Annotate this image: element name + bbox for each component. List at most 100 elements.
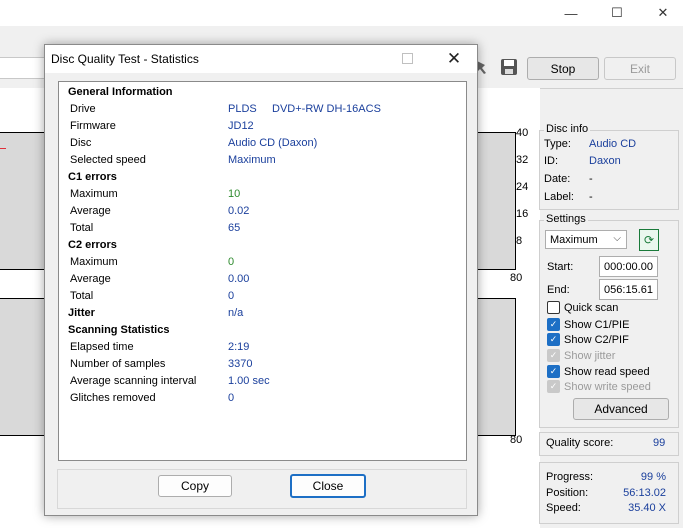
- axis-tick-80-top: 80: [510, 272, 523, 284]
- elapsed-value: 2:19: [228, 341, 250, 353]
- show-c1-label: Show C1/PIE: [564, 318, 630, 331]
- quality-value: 99: [653, 437, 666, 449]
- c2-avg-value: 0.00: [228, 273, 250, 285]
- show-write-speed-checkbox[interactable]: ✓ Show write speed: [547, 379, 651, 394]
- selected-speed-label: Selected speed: [70, 154, 146, 166]
- drive-value: PLDS DVD+-RW DH-16ACS: [228, 103, 381, 115]
- jitter-value: n/a: [228, 307, 244, 319]
- interval-label: Average scanning interval: [70, 375, 197, 387]
- quick-scan-checkbox[interactable]: Quick scan: [547, 300, 618, 315]
- samples-label: Number of samples: [70, 358, 166, 370]
- graph-c2-right: [476, 298, 516, 436]
- show-jitter-checkbox[interactable]: ✓ Show jitter: [547, 348, 615, 363]
- graph-c1-right: [476, 132, 516, 270]
- disc-label-value: -: [589, 191, 593, 203]
- position-label: Position:: [546, 487, 589, 499]
- general-header: General Information: [68, 86, 173, 98]
- check-icon: ✓: [547, 365, 560, 378]
- check-icon: ✓: [547, 333, 560, 346]
- refresh-icon[interactable]: ⟳: [639, 229, 659, 251]
- speed-select-value: Maximum: [550, 233, 598, 246]
- check-icon: ✓: [547, 380, 560, 393]
- axis-tick-16: 16: [516, 208, 529, 220]
- show-c2-label: Show C2/PIF: [564, 333, 629, 346]
- stop-button[interactable]: Stop: [527, 57, 599, 80]
- progress-label: Progress:: [546, 471, 594, 483]
- disc-label: Disc: [70, 137, 92, 149]
- interval-value: 1.00 sec: [228, 375, 270, 387]
- scan-header: Scanning Statistics: [68, 324, 170, 336]
- c2-total-label: Total: [70, 290, 94, 302]
- c1-total-label: Total: [70, 222, 94, 234]
- axis-tick-8: 8: [516, 235, 523, 247]
- dialog-footer: [57, 469, 467, 509]
- quality-label: Quality score:: [546, 437, 614, 449]
- maximize-icon: [402, 53, 413, 64]
- end-field[interactable]: 056:15.61: [599, 279, 658, 300]
- c2-total-value: 0: [228, 290, 235, 302]
- show-read-speed-label: Show read speed: [564, 365, 650, 378]
- speed-value: 35.40 X: [628, 502, 666, 514]
- statistics-dialog: Disc Quality Test - Statistics ✕ General…: [44, 44, 478, 516]
- c1-max-label: Maximum: [70, 188, 118, 200]
- advanced-button[interactable]: Advanced: [573, 398, 669, 420]
- statistics-panel: General Information Drive PLDS DVD+-RW DH…: [58, 81, 467, 461]
- drive-label: Drive: [70, 103, 96, 115]
- save-icon[interactable]: [500, 58, 518, 76]
- axis-tick-40: 40: [516, 127, 529, 139]
- disc-type-label: Type:: [544, 138, 571, 150]
- glitches-value: 0: [228, 392, 235, 404]
- quick-scan-label: Quick scan: [564, 301, 619, 314]
- disc-value: Audio CD (Daxon): [228, 137, 318, 149]
- position-value: 56:13.02: [623, 487, 666, 499]
- settings-title: Settings: [544, 213, 588, 225]
- disc-type-value: Audio CD: [589, 138, 637, 150]
- close-window-button[interactable]: ✕: [640, 0, 683, 26]
- show-c1-checkbox[interactable]: ✓ Show C1/PIE: [547, 317, 629, 332]
- show-jitter-label: Show jitter: [564, 349, 616, 362]
- glitches-label: Glitches removed: [70, 392, 156, 404]
- graph-c2-left: [0, 298, 46, 436]
- copy-button[interactable]: Copy: [158, 475, 232, 497]
- toolbar-field[interactable]: [0, 57, 47, 79]
- c1-avg-value: 0.02: [228, 205, 250, 217]
- start-label: Start:: [547, 261, 574, 273]
- c2-max-value: 0: [228, 256, 235, 268]
- graph-c1-left: [0, 132, 46, 270]
- axis-tick-80-bottom: 80: [510, 434, 523, 446]
- maximize-button[interactable]: ☐: [594, 0, 640, 26]
- disc-date-value: -: [589, 173, 593, 185]
- close-button[interactable]: Close: [290, 474, 366, 498]
- show-read-speed-checkbox[interactable]: ✓ Show read speed: [547, 364, 650, 379]
- c2-avg-label: Average: [70, 273, 111, 285]
- check-icon: ✓: [547, 349, 560, 362]
- c1-avg-label: Average: [70, 205, 111, 217]
- show-c2-checkbox[interactable]: ✓ Show C2/PIF: [547, 332, 629, 347]
- selected-speed-value: Maximum: [228, 154, 276, 166]
- exit-button[interactable]: Exit: [604, 57, 676, 80]
- disc-id-label: ID:: [544, 155, 559, 167]
- c1-series-mark: [0, 148, 6, 149]
- chevron-down-icon: ⌵: [613, 233, 621, 244]
- axis-tick-24: 24: [516, 181, 529, 193]
- elapsed-label: Elapsed time: [70, 341, 134, 353]
- c1-header: C1 errors: [68, 171, 117, 183]
- speed-label: Speed:: [546, 502, 581, 514]
- dialog-close-button[interactable]: ✕: [440, 47, 468, 71]
- disc-label-label: Label:: [544, 191, 574, 203]
- disc-id-value: Daxon: [589, 155, 621, 167]
- minimize-button[interactable]: —: [548, 0, 594, 26]
- axis-tick-32: 32: [516, 154, 529, 166]
- start-field[interactable]: 000:00.00: [599, 256, 658, 277]
- firmware-label: Firmware: [70, 120, 116, 132]
- speed-select[interactable]: Maximum ⌵: [545, 230, 627, 249]
- c2-header: C2 errors: [68, 239, 117, 251]
- c1-total-value: 65: [228, 222, 241, 234]
- c2-max-label: Maximum: [70, 256, 118, 268]
- firmware-value: JD12: [228, 120, 254, 132]
- end-label: End:: [547, 284, 570, 296]
- dialog-titlebar: Disc Quality Test - Statistics ✕: [45, 45, 477, 73]
- progress-value: 99 %: [640, 471, 666, 483]
- disc-info-title: Disc info: [544, 123, 591, 135]
- jitter-label: Jitter: [68, 307, 95, 319]
